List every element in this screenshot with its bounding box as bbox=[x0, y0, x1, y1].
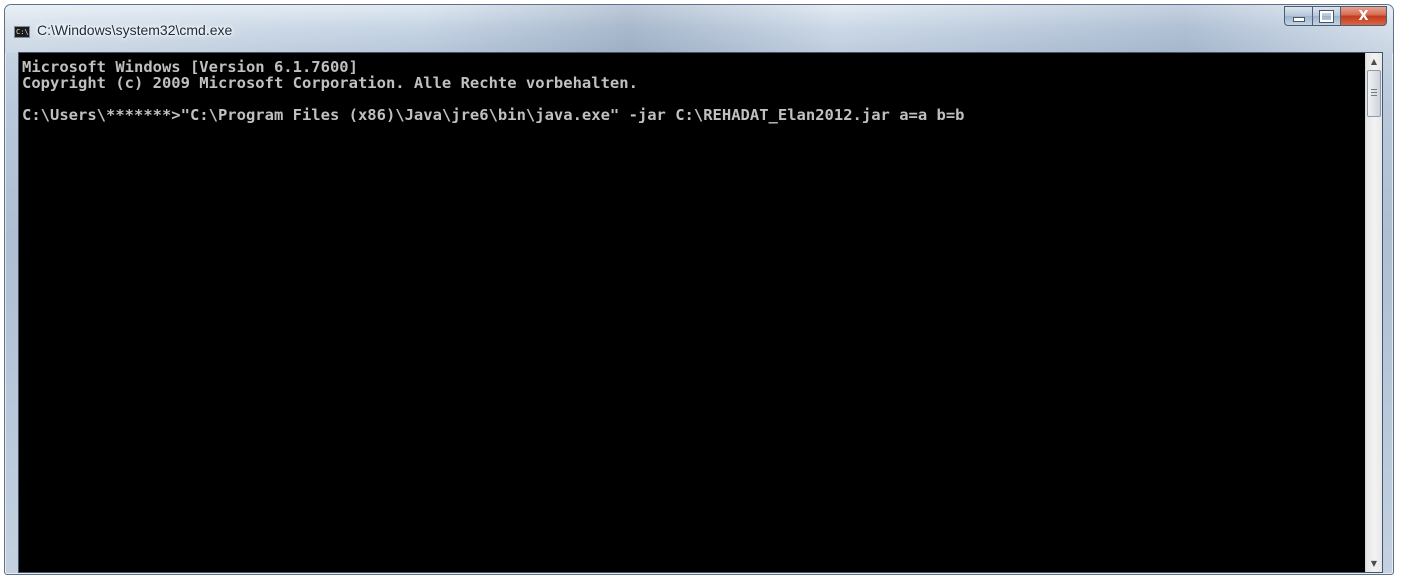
scrollbar-grip-icon bbox=[1371, 89, 1377, 98]
console-output[interactable]: Microsoft Windows [Version 6.1.7600] Cop… bbox=[19, 53, 1366, 572]
console-area[interactable]: Microsoft Windows [Version 6.1.7600] Cop… bbox=[18, 52, 1383, 573]
close-icon: X bbox=[1358, 8, 1369, 24]
minimize-button[interactable] bbox=[1284, 6, 1312, 26]
scrollbar-thumb[interactable] bbox=[1367, 70, 1381, 117]
scroll-up-arrow-icon[interactable]: ▲ bbox=[1366, 53, 1382, 70]
console-line: Copyright (c) 2009 Microsoft Corporation… bbox=[22, 74, 638, 92]
caption-buttons: X bbox=[1284, 6, 1387, 26]
maximize-button[interactable] bbox=[1312, 6, 1340, 26]
close-button[interactable]: X bbox=[1340, 6, 1387, 26]
title-bar[interactable]: C:\ C:\Windows\system32\cmd.exe X bbox=[5, 5, 1393, 53]
minimize-icon bbox=[1292, 16, 1305, 22]
maximize-icon bbox=[1319, 9, 1334, 23]
scroll-down-arrow-icon[interactable]: ▼ bbox=[1366, 555, 1382, 572]
console-line: Microsoft Windows [Version 6.1.7600] bbox=[22, 58, 358, 76]
window-title: C:\Windows\system32\cmd.exe bbox=[37, 22, 233, 38]
vertical-scrollbar[interactable]: ▲ ▼ bbox=[1365, 53, 1382, 572]
console-command-line[interactable]: C:\Users\*******>"C:\Program Files (x86)… bbox=[22, 107, 1366, 123]
cmd-window: C:\ C:\Windows\system32\cmd.exe X Micros… bbox=[4, 4, 1394, 575]
cmd-icon[interactable]: C:\ bbox=[14, 26, 30, 38]
